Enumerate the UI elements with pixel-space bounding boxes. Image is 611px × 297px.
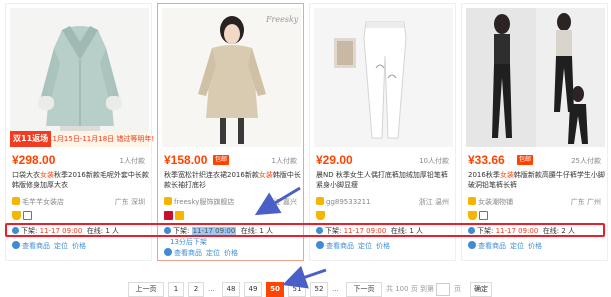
page-button[interactable]: 2 — [188, 282, 204, 297]
svg-text:Freesky: Freesky — [265, 15, 299, 24]
location: 浙江 温州 — [418, 198, 449, 206]
page-number-input[interactable] — [436, 283, 450, 296]
free-shipping-badge: 包邮 — [517, 155, 534, 165]
action-links: 查看商品 定位 价格 — [12, 241, 90, 251]
product-price: ¥33.66 — [468, 153, 505, 167]
service-icons — [164, 211, 186, 221]
product-price: ¥29.00 — [316, 153, 353, 167]
product-title[interactable]: 口袋大衣女装秋季2016新款毛呢外套中长款韩版修身加厚大衣 — [12, 170, 149, 190]
goto-label: 到第 — [420, 285, 434, 293]
shop-link[interactable]: 女装潮物铺 — [468, 197, 513, 207]
page-button[interactable]: 49 — [244, 282, 262, 297]
location: 浙江 嘉兴 — [266, 198, 297, 206]
crown-icon[interactable] — [316, 211, 325, 220]
dress-image: Freesky — [162, 8, 301, 147]
view-product-link[interactable]: 查看商品 — [174, 249, 202, 257]
locate-link[interactable]: 定位 — [206, 249, 220, 257]
shop-icon — [468, 197, 476, 205]
page-unit-label: 页 — [454, 285, 461, 293]
product-image[interactable] — [10, 8, 149, 147]
location: 广东 深圳 — [114, 198, 145, 206]
heart-icon[interactable] — [479, 211, 488, 220]
product-title[interactable]: 晨ND 秋季女生人偶打底裤加绒加厚铅笔裤紧身小脚显瘦 — [316, 170, 453, 190]
crown-icon[interactable] — [468, 211, 477, 220]
locate-link[interactable]: 定位 — [510, 242, 524, 250]
location: 广东 广州 — [570, 198, 601, 206]
shop-icon — [316, 197, 324, 205]
price-link[interactable]: 价格 — [224, 249, 238, 257]
status-row-highlight — [5, 223, 605, 237]
tmall-icon[interactable] — [164, 211, 173, 220]
total-pages: 共 100 页 — [386, 285, 418, 293]
search-icon — [164, 248, 172, 256]
view-product-link[interactable]: 查看商品 — [22, 242, 50, 250]
product-title[interactable]: 2016秋季女装韩版新款高腰牛仔裤学生小脚破洞铅笔裤长裤 — [468, 170, 605, 190]
action-links: 查看商品 定位 价格 — [316, 241, 394, 251]
service-icons — [468, 211, 490, 221]
sold-count: 10人付款 — [419, 157, 449, 165]
locate-link[interactable]: 定位 — [54, 242, 68, 250]
page-button[interactable]: 1 — [168, 282, 184, 297]
crown-icon[interactable] — [12, 211, 21, 220]
service-icons — [316, 211, 327, 221]
search-icon — [12, 241, 20, 249]
page-button[interactable]: 48 — [222, 282, 240, 297]
tooltip: 13分后下架 — [170, 237, 207, 247]
price-link[interactable]: 价格 — [528, 242, 542, 250]
promo-text: 11月15日-11月18日 错过等明年! — [48, 135, 155, 143]
search-icon — [468, 241, 476, 249]
view-product-link[interactable]: 查看商品 — [478, 242, 506, 250]
product-price: ¥158.00 — [164, 153, 208, 167]
price-link[interactable]: 价格 — [376, 242, 390, 250]
sold-count: 25人付款 — [571, 157, 601, 165]
jeans-image — [466, 8, 605, 147]
shop-icon — [164, 197, 172, 205]
page-ellipsis: ... — [208, 285, 215, 293]
shop-icon — [12, 197, 20, 205]
confirm-button[interactable]: 确定 — [470, 282, 492, 297]
search-icon — [316, 241, 324, 249]
shop-link[interactable]: freesky服饰旗舰店 — [164, 197, 234, 207]
service-icons — [12, 211, 34, 221]
sold-count: 1人付款 — [271, 157, 297, 165]
shop-link[interactable]: 毛芊芊女装店 — [12, 197, 64, 207]
page-button[interactable]: 51 — [288, 282, 306, 297]
prev-page-button[interactable]: 上一页 — [128, 282, 164, 297]
view-product-link[interactable]: 查看商品 — [326, 242, 354, 250]
coat-image — [10, 8, 149, 147]
store-icon[interactable] — [175, 211, 184, 220]
page-ellipsis: ... — [332, 285, 339, 293]
page-button[interactable]: 52 — [310, 282, 328, 297]
shop-link[interactable]: gg89533211 — [316, 197, 371, 206]
product-title[interactable]: 秋季宽松针织连衣裙2016新款女装韩版中长款长袖打底衫 — [164, 170, 301, 190]
promo-banner[interactable]: 双11返场 11月15日-11月18日 错过等明年! — [10, 131, 154, 147]
action-links: 查看商品 定位 价格 — [164, 248, 242, 258]
action-links: 查看商品 定位 价格 — [468, 241, 546, 251]
heart-icon[interactable] — [23, 211, 32, 220]
free-shipping-badge: 包邮 — [213, 155, 230, 165]
current-page-button[interactable]: 50 — [266, 282, 284, 297]
sold-count: 1人付款 — [119, 157, 145, 165]
product-image[interactable] — [466, 8, 605, 147]
locate-link[interactable]: 定位 — [358, 242, 372, 250]
product-price: ¥298.00 — [12, 153, 56, 167]
next-page-button[interactable]: 下一页 — [346, 282, 382, 297]
search-results-page: 双11返场 11月15日-11月18日 错过等明年! ¥298.00 1人付款 … — [0, 0, 611, 297]
product-image[interactable]: Freesky — [162, 8, 301, 147]
leggings-image — [314, 8, 453, 147]
price-link[interactable]: 价格 — [72, 242, 86, 250]
product-image[interactable] — [314, 8, 453, 147]
promo-tag: 双11返场 — [10, 131, 52, 147]
